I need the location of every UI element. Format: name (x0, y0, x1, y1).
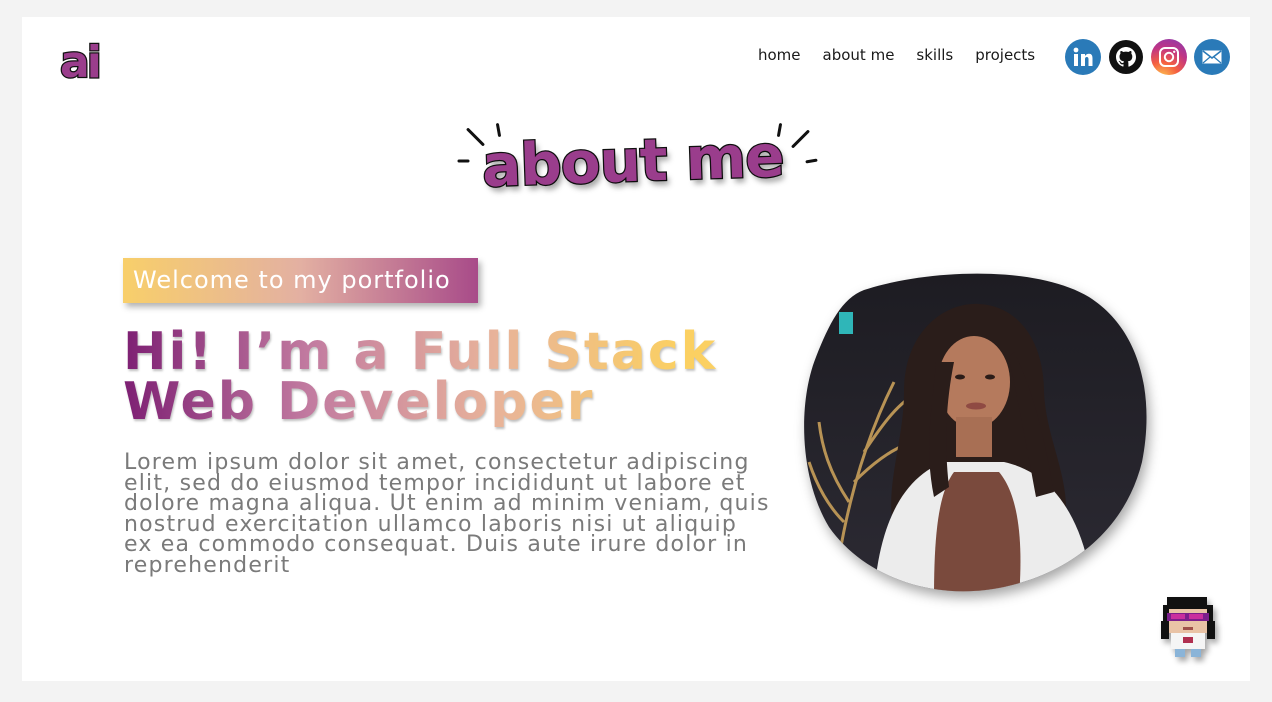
headline-line-1: Hi! I’m a Full Stack (123, 322, 718, 382)
pixel-avatar[interactable] (1157, 595, 1219, 661)
instagram-icon[interactable] (1151, 39, 1187, 75)
page-container: ai home about me skills projects about m… (22, 17, 1250, 681)
nav-home[interactable]: home (758, 46, 801, 64)
linkedin-icon[interactable] (1065, 39, 1101, 75)
profile-photo (804, 272, 1149, 597)
github-icon[interactable] (1108, 39, 1144, 75)
sparkle-decoration (805, 158, 818, 164)
mail-icon[interactable] (1194, 39, 1230, 75)
sparkle-decoration (790, 129, 811, 149)
headline-line-2: Web Developer (123, 372, 595, 432)
logo[interactable]: ai (58, 29, 122, 93)
section-title: about me (480, 121, 786, 202)
sparkle-decoration (457, 159, 470, 163)
hero-description: Lorem ipsum dolor sit amet, consectetur … (124, 450, 770, 578)
nav-skills[interactable]: skills (916, 46, 953, 64)
nav-projects[interactable]: projects (975, 46, 1035, 64)
social-links (1065, 39, 1230, 75)
section-heading: about me (452, 117, 822, 217)
welcome-badge: Welcome to my portfolio (123, 258, 478, 303)
welcome-badge-text: Welcome to my portfolio (133, 266, 451, 294)
logo-text: ai (59, 36, 103, 90)
hero-headline: Hi! I’m a Full Stack Web Developer (123, 327, 743, 427)
main-nav: home about me skills projects (758, 46, 1057, 64)
nav-about-me[interactable]: about me (823, 46, 895, 64)
